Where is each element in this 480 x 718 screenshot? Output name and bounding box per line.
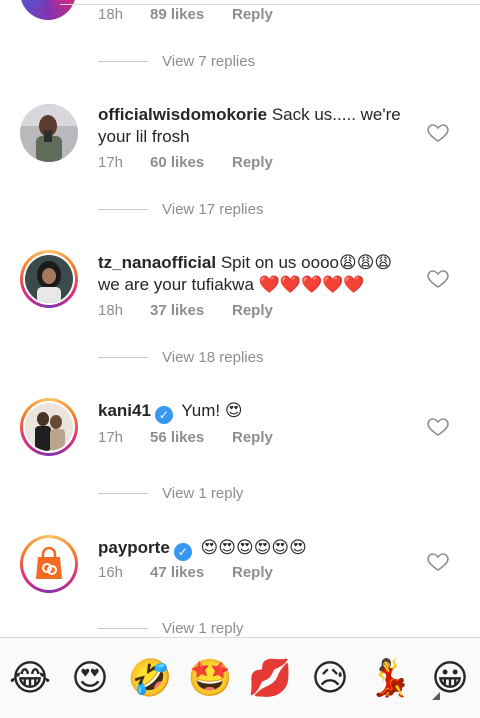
avatar-photo bbox=[25, 255, 73, 303]
comment-username[interactable]: tz_nanaofficial bbox=[98, 253, 216, 272]
replies-dash bbox=[98, 61, 148, 62]
emoji-dancer-button[interactable]: 💃 bbox=[363, 658, 417, 698]
emoji-kiss-mark-button[interactable]: 💋 bbox=[243, 658, 297, 698]
avatar-photo bbox=[25, 540, 73, 588]
avatar[interactable] bbox=[20, 398, 78, 456]
view-replies-button[interactable]: View 1 reply bbox=[98, 620, 243, 637]
avatar-photo bbox=[25, 403, 73, 451]
comment-body: kani41 ✓ Yum! 😍 bbox=[98, 400, 418, 424]
emoji-heart-eyes-button[interactable]: 😍 bbox=[63, 658, 117, 698]
comment-username[interactable]: payporte bbox=[98, 538, 170, 557]
like-heart-icon[interactable] bbox=[426, 120, 450, 144]
likes-count[interactable]: 60 likes bbox=[150, 154, 232, 171]
like-heart-icon[interactable] bbox=[426, 414, 450, 438]
comment-time: 16h bbox=[98, 564, 124, 581]
like-heart-icon[interactable] bbox=[426, 266, 450, 290]
reply-button[interactable]: Reply bbox=[232, 564, 273, 581]
comment-text: 😍😍😍😍😍😍 bbox=[200, 538, 307, 557]
like-heart-icon[interactable] bbox=[426, 549, 450, 573]
comment-body: tz_nanaofficial Spit on us oooo😩😩😩 we ar… bbox=[98, 252, 418, 296]
comment-username[interactable]: kani41 bbox=[98, 401, 151, 420]
view-replies-label: View 1 reply bbox=[162, 485, 244, 502]
comment-time: 17h bbox=[98, 154, 124, 171]
reply-button[interactable]: Reply bbox=[232, 302, 273, 319]
comment-body: payporte ✓ 😍😍😍😍😍😍 bbox=[98, 537, 418, 561]
replies-dash bbox=[98, 628, 148, 629]
emoji-sad-relieved-button[interactable]: 😥 bbox=[303, 658, 357, 698]
avatar-photo bbox=[20, 104, 78, 162]
comment-meta: 18h 37 likes Reply bbox=[98, 302, 273, 319]
resize-corner-icon bbox=[432, 692, 440, 700]
likes-count[interactable]: 47 likes bbox=[150, 564, 232, 581]
comment-username[interactable]: officialwisdomokorie bbox=[98, 105, 267, 124]
divider bbox=[60, 4, 480, 5]
emoji-star-struck-button[interactable]: 🤩 bbox=[183, 658, 237, 698]
verified-badge-icon: ✓ bbox=[173, 543, 192, 561]
comment-text: Yum! 😍 bbox=[181, 401, 243, 420]
comment-time: 17h bbox=[98, 429, 124, 446]
view-replies-label: View 7 replies bbox=[162, 53, 256, 70]
comment-meta: 17h 60 likes Reply bbox=[98, 154, 273, 171]
likes-count[interactable]: 89 likes bbox=[150, 6, 232, 23]
emoji-tears-of-joy-button[interactable]: 😂 bbox=[3, 658, 57, 698]
view-replies-button[interactable]: View 1 reply bbox=[98, 485, 243, 502]
emoji-quick-bar: 😂 😍 🤣 🤩 💋 😥 💃 😀 bbox=[0, 637, 480, 718]
reply-button[interactable]: Reply bbox=[232, 429, 273, 446]
likes-count[interactable]: 37 likes bbox=[150, 302, 232, 319]
replies-dash bbox=[98, 493, 148, 494]
avatar[interactable] bbox=[20, 104, 78, 162]
avatar[interactable] bbox=[20, 250, 78, 308]
comment-meta: 16h 47 likes Reply bbox=[98, 564, 273, 581]
comment-body: officialwisdomokorie Sack us..... we're … bbox=[98, 104, 418, 148]
view-replies-label: View 17 replies bbox=[162, 201, 264, 218]
reply-button[interactable]: Reply bbox=[232, 154, 273, 171]
comment-meta: 17h 56 likes Reply bbox=[98, 429, 273, 446]
view-replies-button[interactable]: View 18 replies bbox=[98, 349, 263, 366]
previous-comment-meta: 18h 89 likes Reply bbox=[98, 6, 273, 23]
replies-dash bbox=[98, 209, 148, 210]
view-replies-button[interactable]: View 17 replies bbox=[98, 201, 263, 218]
view-replies-button[interactable]: View 7 replies bbox=[98, 53, 255, 70]
verified-badge-icon: ✓ bbox=[154, 406, 173, 424]
avatar[interactable] bbox=[20, 535, 78, 593]
view-replies-label: View 1 reply bbox=[162, 620, 244, 637]
comment-time: 18h bbox=[98, 302, 124, 319]
comment-time: 18h bbox=[98, 6, 124, 23]
view-replies-label: View 18 replies bbox=[162, 349, 264, 366]
emoji-rofl-button[interactable]: 🤣 bbox=[123, 658, 177, 698]
reply-button[interactable]: Reply bbox=[232, 6, 273, 23]
likes-count[interactable]: 56 likes bbox=[150, 429, 232, 446]
replies-dash bbox=[98, 357, 148, 358]
previous-avatar[interactable] bbox=[20, 0, 76, 20]
